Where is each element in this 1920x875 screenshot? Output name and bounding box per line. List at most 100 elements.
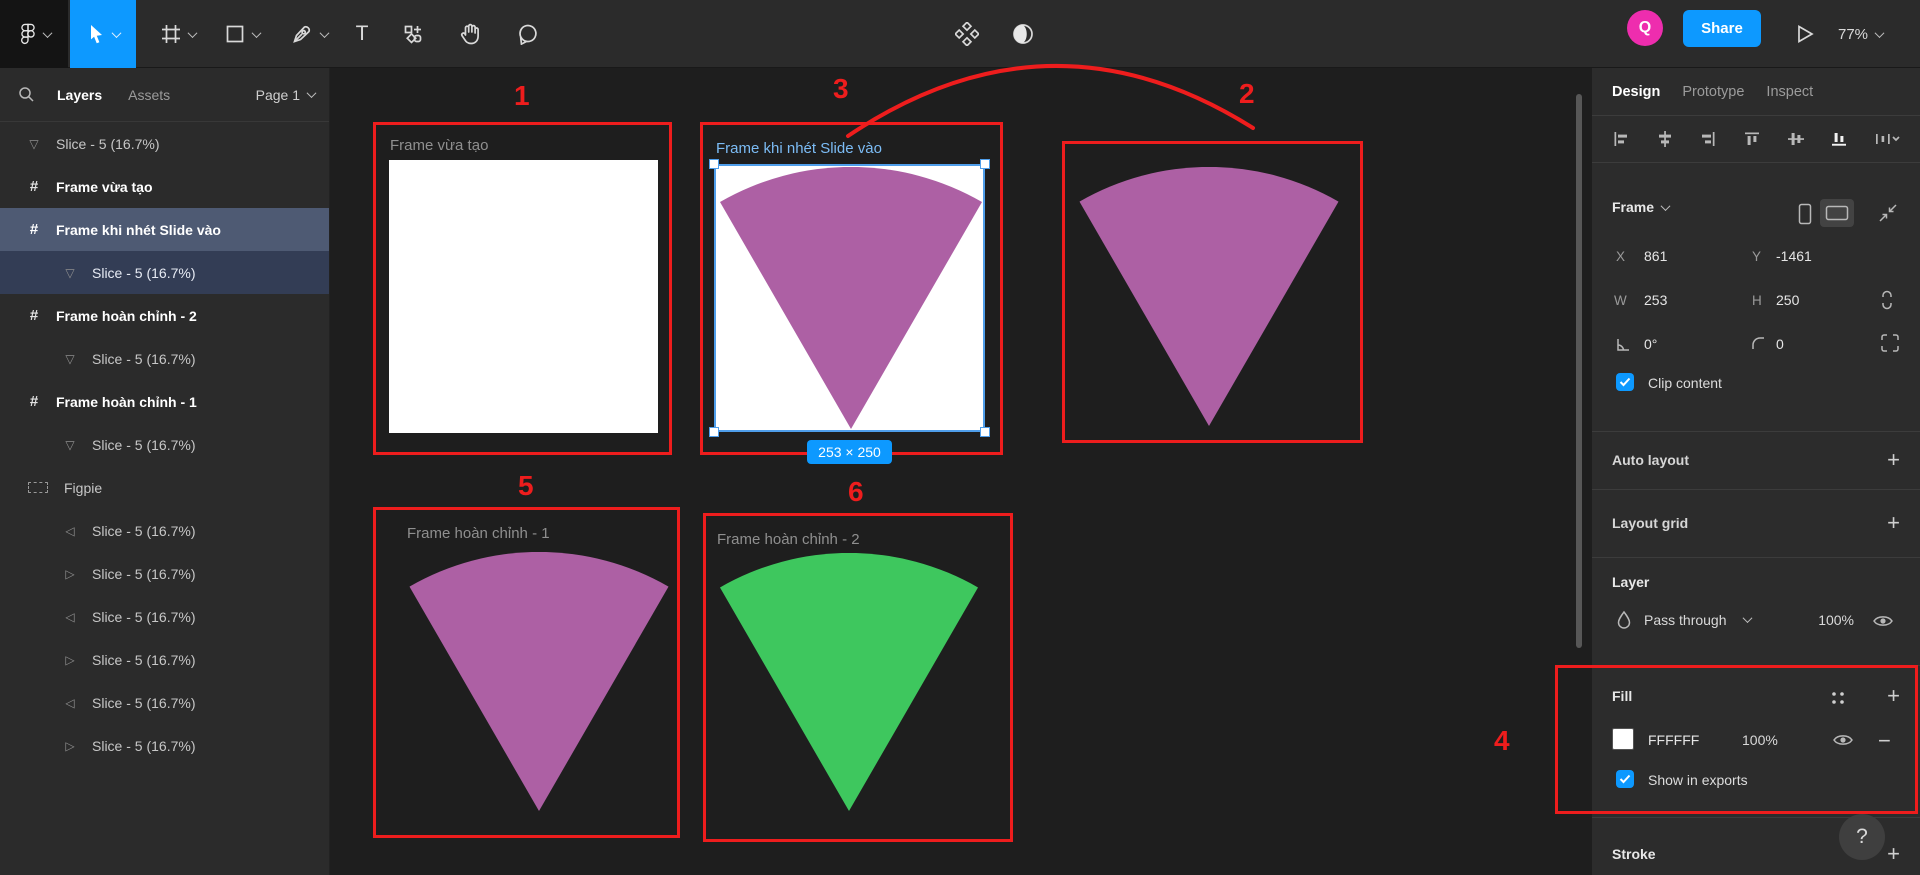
main-menu-button[interactable] (0, 0, 68, 68)
chevron-down-icon[interactable] (1743, 613, 1753, 623)
layer-label: Slice - 5 (16.7%) (92, 652, 195, 668)
avatar[interactable]: Q (1627, 10, 1663, 46)
layer-row[interactable]: # Frame hoàn chỉnh - 1 (0, 380, 329, 423)
layer-row[interactable]: ▽ Slice - 5 (16.7%) (0, 251, 329, 294)
add-layout-grid-button[interactable]: + (1887, 512, 1900, 534)
collapse-arrows-icon[interactable] (1878, 203, 1898, 223)
constrain-proportions-icon[interactable] (1880, 289, 1894, 311)
layer-row[interactable]: ▷ Slice - 5 (16.7%) (0, 638, 329, 681)
sidebar-header: Layers Assets Page 1 (0, 68, 329, 122)
object-type-dropdown[interactable]: Frame (1612, 199, 1669, 215)
x-field-value[interactable]: 861 (1644, 248, 1667, 264)
chevron-down-icon (112, 28, 122, 38)
frame-vua-tao-body[interactable] (389, 160, 658, 433)
fill-opacity-value[interactable]: 100% (1742, 732, 1778, 748)
orientation-portrait-icon[interactable] (1798, 203, 1812, 225)
layer-row[interactable]: ▷ Slice - 5 (16.7%) (0, 552, 329, 595)
tab-layers[interactable]: Layers (57, 87, 102, 103)
corner-radius-value[interactable]: 0 (1776, 336, 1784, 352)
align-vertical-centers-icon[interactable] (1787, 130, 1805, 148)
distribute-tidy-icon[interactable] (1874, 130, 1900, 148)
text-tool-button[interactable]: T (340, 0, 384, 68)
align-horizontal-centers-icon[interactable] (1656, 130, 1674, 148)
text-tool-icon: T (356, 22, 369, 46)
align-top-icon[interactable] (1743, 130, 1761, 148)
layer-row[interactable]: ◁ Slice - 5 (16.7%) (0, 681, 329, 724)
layer-row[interactable]: ◁ Slice - 5 (16.7%) (0, 595, 329, 638)
pie-slice-shape[interactable] (718, 553, 980, 813)
layer-row[interactable]: ▽ Slice - 5 (16.7%) (0, 337, 329, 380)
blend-mode-droplet-icon[interactable] (1616, 610, 1632, 630)
layer-row[interactable]: ▽ Slice - 5 (16.7%) (0, 122, 329, 165)
page-selector[interactable]: Page 1 (256, 87, 315, 103)
align-bottom-icon[interactable] (1830, 130, 1848, 148)
add-fill-button[interactable]: + (1887, 685, 1900, 707)
align-right-icon[interactable] (1699, 130, 1717, 148)
layer-opacity-value[interactable]: 100% (1806, 612, 1854, 628)
selection-handle-bottom-right[interactable] (980, 427, 990, 437)
hand-tool-button[interactable] (446, 0, 494, 68)
align-left-icon[interactable] (1612, 130, 1630, 148)
frame-khi-nhet-slide-vao-body[interactable] (714, 164, 985, 432)
frame-title-frame-vua-tao[interactable]: Frame vừa tạo (390, 137, 488, 154)
layer-row[interactable]: # Frame vừa tạo (0, 165, 329, 208)
add-auto-layout-button[interactable]: + (1887, 449, 1900, 471)
eye-icon[interactable] (1832, 732, 1854, 748)
rotation-value[interactable]: 0° (1644, 336, 1657, 352)
selection-handle-top-left[interactable] (709, 159, 719, 169)
frame-title-hoan-chinh-1[interactable]: Frame hoàn chỉnh - 1 (407, 525, 550, 542)
height-field-value[interactable]: 250 (1776, 292, 1799, 308)
add-stroke-button[interactable]: + (1887, 843, 1900, 865)
fill-hex-value[interactable]: FFFFFF (1648, 732, 1699, 748)
pie-slice-shape[interactable] (1078, 167, 1340, 428)
tab-inspect[interactable]: Inspect (1766, 84, 1813, 100)
share-button[interactable]: Share (1683, 10, 1761, 47)
alignment-toolbar (1592, 116, 1920, 163)
show-in-exports-checkbox[interactable] (1616, 770, 1634, 788)
zoom-menu[interactable]: 77% (1838, 0, 1883, 68)
comment-tool-button[interactable] (504, 0, 552, 68)
pie-slice-path (720, 553, 978, 811)
pie-slice-path (720, 167, 982, 429)
eye-icon[interactable] (1872, 613, 1894, 629)
pen-tool-button[interactable] (278, 0, 340, 68)
layer-type-icon: ▽ (60, 266, 80, 280)
present-button[interactable] (1782, 0, 1828, 68)
chevron-down-icon (42, 28, 52, 38)
layer-label: Slice - 5 (16.7%) (92, 265, 195, 281)
layer-row[interactable]: ▷ Slice - 5 (16.7%) (0, 724, 329, 767)
pie-slice-path (409, 552, 668, 811)
tab-design[interactable]: Design (1612, 84, 1660, 100)
tab-prototype[interactable]: Prototype (1682, 84, 1744, 100)
independent-corners-icon[interactable] (1880, 333, 1900, 353)
y-field-value[interactable]: -1461 (1776, 248, 1812, 264)
help-button[interactable]: ? (1839, 814, 1885, 860)
layer-row[interactable]: # Frame khi nhét Slide vào (0, 208, 329, 251)
fill-styles-icon[interactable] (1830, 690, 1846, 706)
layer-row[interactable]: ◁ Slice - 5 (16.7%) (0, 509, 329, 552)
frame-tool-button[interactable] (146, 0, 210, 68)
y-field-label: Y (1752, 249, 1761, 264)
canvas-scrollbar[interactable] (1576, 94, 1582, 648)
blend-mode-value[interactable]: Pass through (1644, 612, 1727, 628)
clip-content-checkbox[interactable] (1616, 373, 1634, 391)
layer-row[interactable]: Figpie (0, 466, 329, 509)
width-field-value[interactable]: 253 (1644, 292, 1667, 308)
fill-color-swatch[interactable] (1612, 728, 1634, 750)
selection-handle-top-right[interactable] (980, 159, 990, 169)
annotation-number-6: 6 (848, 476, 864, 508)
move-tool-button[interactable] (70, 0, 136, 68)
shape-tool-button[interactable] (212, 0, 274, 68)
frame-title-hoan-chinh-2[interactable]: Frame hoàn chỉnh - 2 (717, 531, 860, 548)
remove-fill-button[interactable]: − (1878, 728, 1891, 754)
selection-handle-bottom-left[interactable] (709, 427, 719, 437)
layer-row[interactable]: # Frame hoàn chỉnh - 2 (0, 294, 329, 337)
tab-assets[interactable]: Assets (128, 87, 170, 103)
search-icon[interactable] (18, 86, 35, 103)
orientation-landscape-button[interactable] (1820, 199, 1854, 227)
page-name: Page 1 (256, 87, 300, 103)
pie-slice-shape[interactable] (718, 167, 984, 431)
layer-row[interactable]: ▽ Slice - 5 (16.7%) (0, 423, 329, 466)
pie-slice-shape[interactable] (408, 552, 670, 813)
resources-tool-button[interactable] (390, 0, 436, 68)
